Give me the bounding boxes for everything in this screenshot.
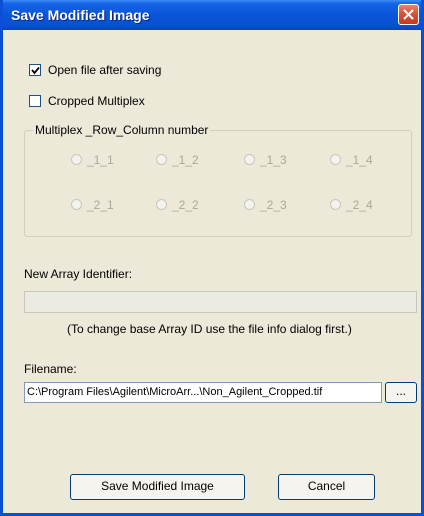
radio-circle-icon (330, 154, 341, 165)
radio-circle-icon (156, 154, 167, 165)
array-identifier-input[interactable] (24, 291, 417, 313)
cancel-button[interactable]: Cancel (278, 474, 375, 500)
radio-label: _2_4 (346, 198, 373, 212)
checkbox-box[interactable] (29, 95, 41, 107)
radio-circle-icon (330, 199, 341, 210)
filename-input[interactable]: C:\Program Files\Agilent\MicroArr...\Non… (24, 382, 382, 403)
array-id-hint: (To change base Array ID use the file in… (67, 322, 352, 336)
array-identifier-label: New Array Identifier: (24, 267, 133, 281)
title-bar[interactable]: Save Modified Image (3, 0, 421, 30)
radio-label: _2_3 (260, 198, 287, 212)
group-legend: Multiplex _Row_Column number (33, 123, 211, 137)
radio-label: _1_2 (172, 153, 199, 167)
radio-circle-icon (71, 199, 82, 210)
checkmark-icon (31, 66, 40, 75)
radio-circle-icon (244, 199, 255, 210)
multiplex-group: Multiplex _Row_Column number _1_1 _1_2 _… (24, 123, 412, 237)
radio-label: _1_1 (87, 153, 114, 167)
radio-circle-icon (156, 199, 167, 210)
radio-label: _1_3 (260, 153, 287, 167)
checkbox-label: Cropped Multiplex (48, 94, 145, 108)
window-title: Save Modified Image (11, 7, 150, 23)
checkbox-box[interactable] (29, 64, 41, 76)
filename-label: Filename: (24, 362, 77, 376)
browse-button[interactable]: ... (385, 382, 417, 403)
close-icon (403, 9, 414, 20)
save-modified-image-dialog: Save Modified Image Open file after savi… (0, 0, 424, 516)
save-modified-image-button[interactable]: Save Modified Image (70, 474, 245, 500)
radio-circle-icon (244, 154, 255, 165)
radio-label: _2_1 (87, 198, 114, 212)
radio-label: _2_2 (172, 198, 199, 212)
radio-circle-icon (71, 154, 82, 165)
radio-label: _1_4 (346, 153, 373, 167)
close-button[interactable] (398, 4, 419, 25)
checkbox-label: Open file after saving (48, 63, 162, 77)
